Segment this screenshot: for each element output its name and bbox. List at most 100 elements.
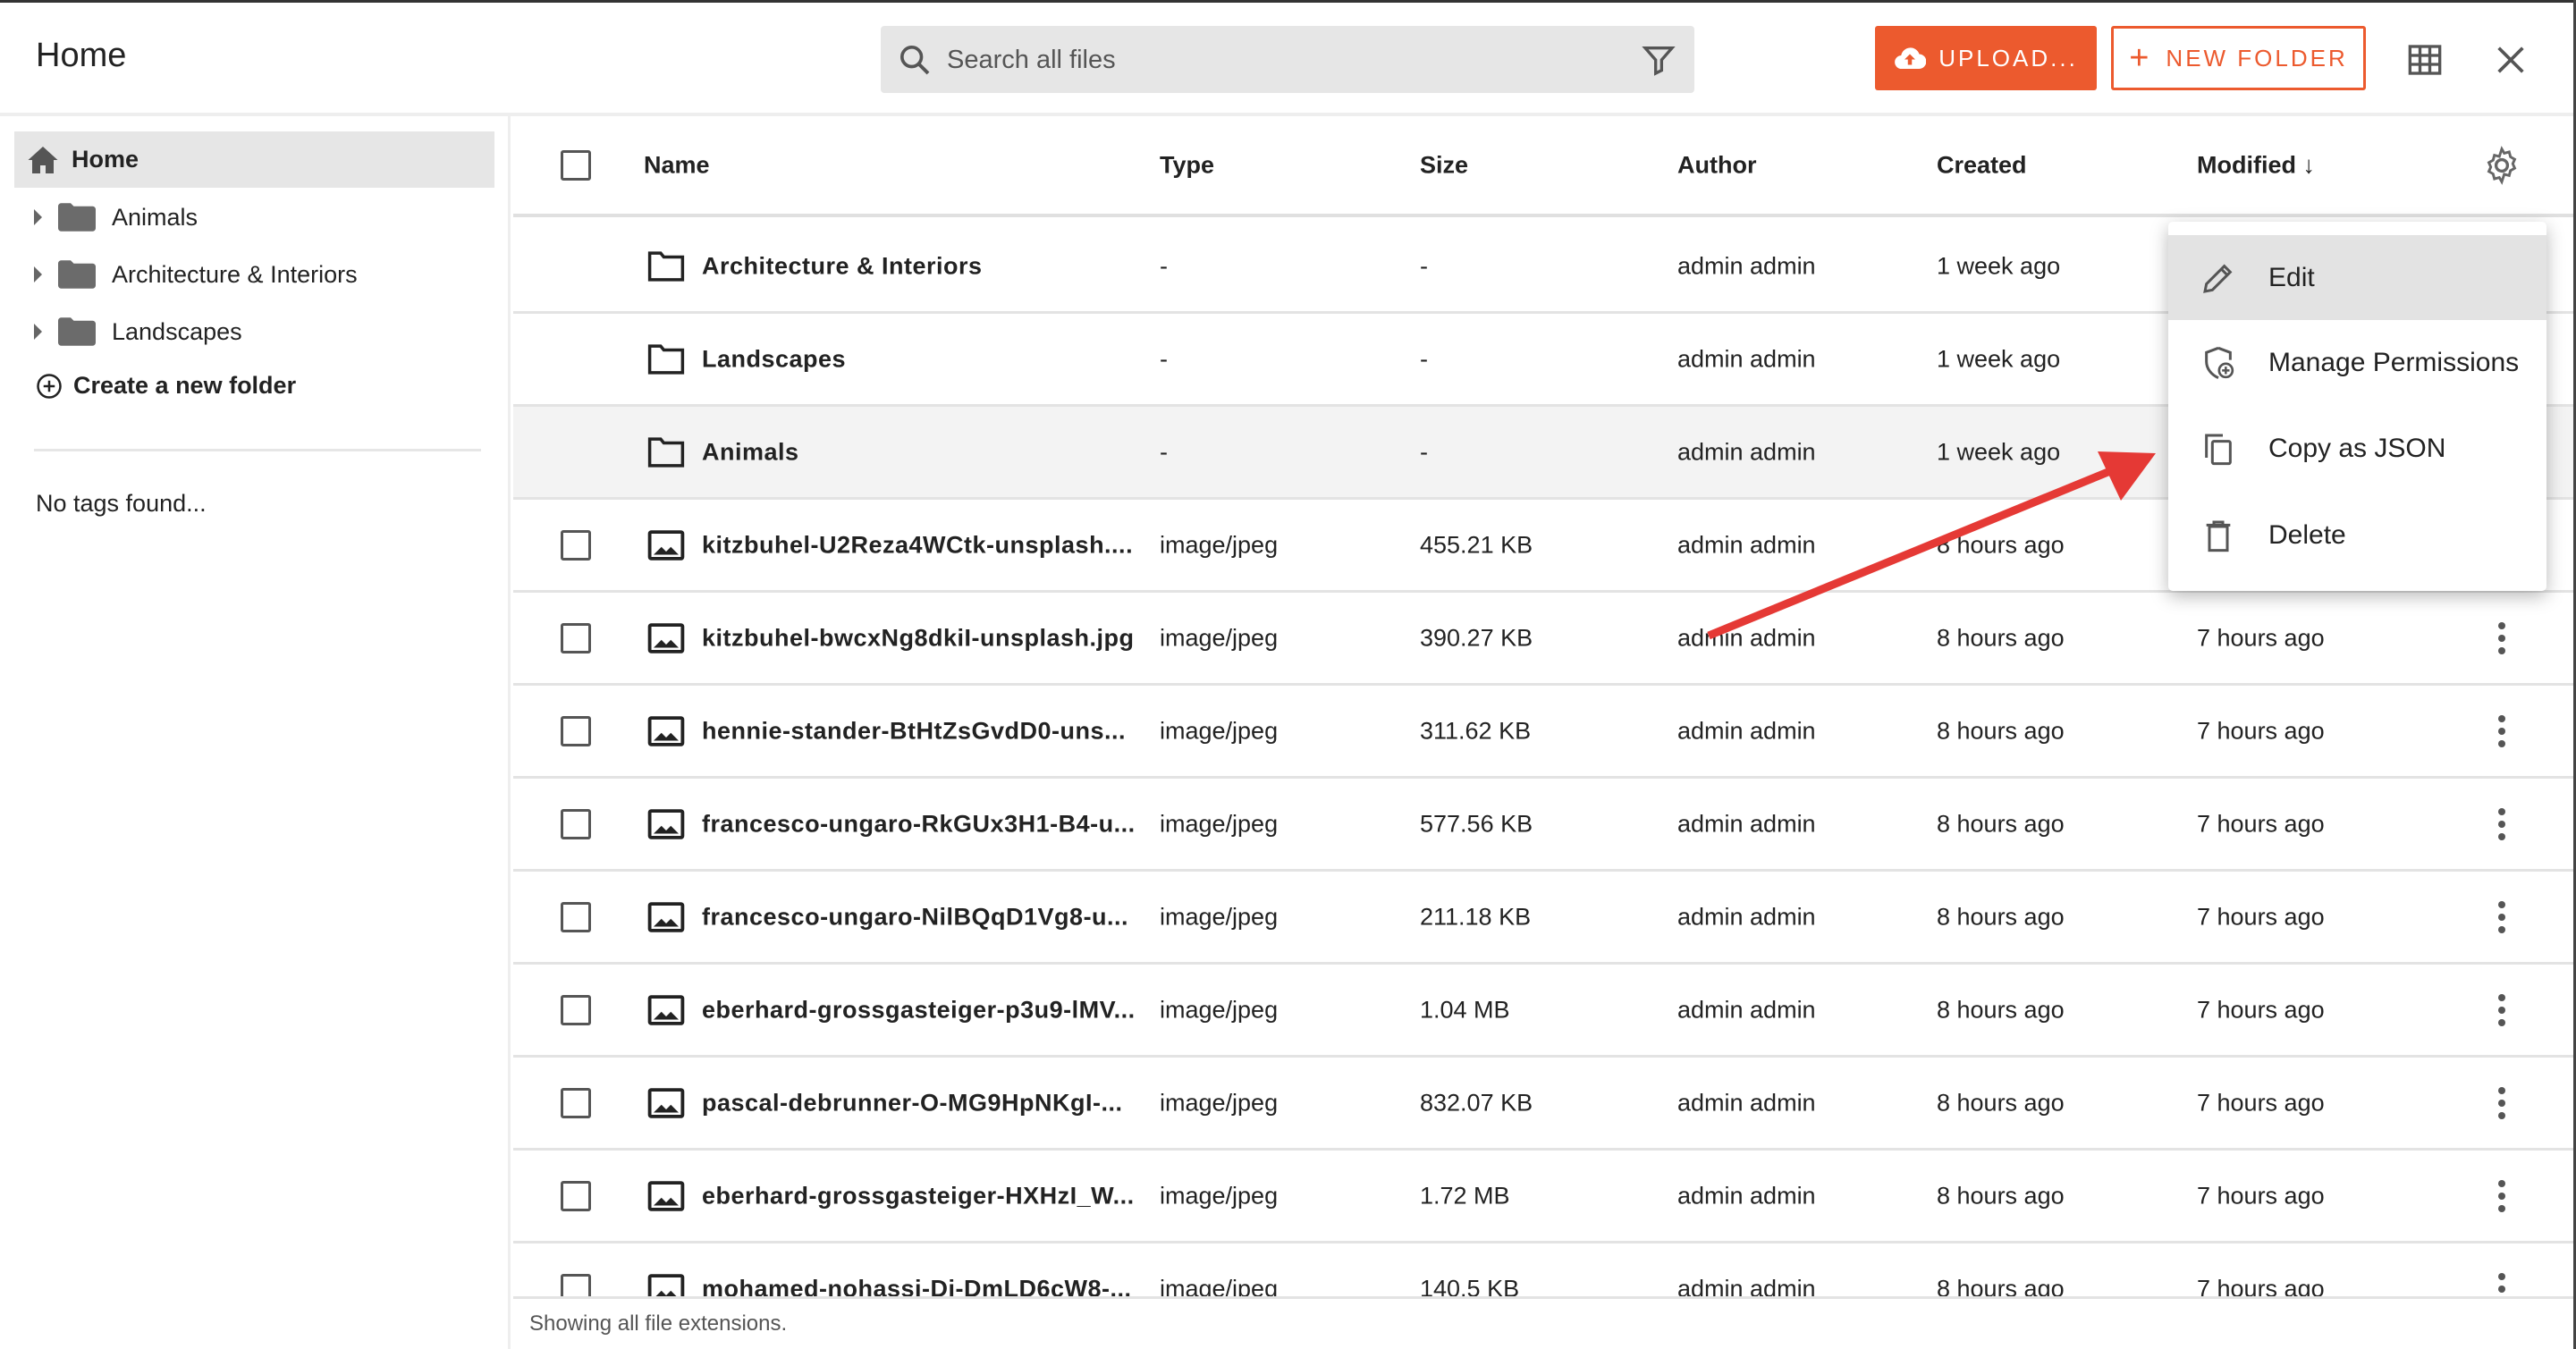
more-options-icon[interactable] [2496, 899, 2507, 935]
table-row[interactable]: hennie-stander-BtHtZsGvdD0-uns... image/j… [513, 686, 2576, 779]
file-name[interactable]: eberhard-grossgasteiger-HXHzI_W... [702, 1182, 1135, 1210]
grid-view-icon[interactable] [2407, 42, 2443, 78]
file-name[interactable]: francesco-ungaro-RkGUx3H1-B4-u... [702, 810, 1136, 838]
file-author: admin admin [1677, 903, 1816, 930]
context-menu: Edit Manage Permissions Copy as JSON Del… [2168, 222, 2546, 591]
file-created: 8 hours ago [1937, 1089, 2065, 1116]
row-checkbox[interactable] [561, 529, 591, 561]
file-type: image/jpeg [1160, 996, 1279, 1023]
file-name[interactable]: hennie-stander-BtHtZsGvdD0-uns... [702, 717, 1126, 745]
row-checkbox[interactable] [561, 994, 591, 1025]
file-author: admin admin [1677, 624, 1816, 651]
new-folder-button[interactable]: + NEW FOLDER [2111, 26, 2366, 90]
menu-item-copy-json[interactable]: Copy as JSON [2168, 406, 2546, 491]
sidebar-item-architecture[interactable]: Architecture & Interiors [34, 252, 358, 297]
file-modified: 7 hours ago [2197, 717, 2325, 744]
file-type: image/jpeg [1160, 717, 1279, 744]
folder-icon [58, 260, 96, 289]
table-row[interactable]: eberhard-grossgasteiger-HXHzI_W... image/… [513, 1151, 2576, 1244]
table-header: Name Type Size Author Created Modified ↓ [513, 116, 2576, 217]
sidebar-item-landscapes[interactable]: Landscapes [34, 309, 242, 354]
sidebar-item-animals[interactable]: Animals [34, 195, 198, 240]
file-name[interactable]: kitzbuhel-U2Reza4WCtk-unsplash.... [702, 531, 1133, 559]
select-all-checkbox[interactable] [561, 149, 591, 181]
plus-circle-icon [37, 373, 62, 399]
menu-item-edit[interactable]: Edit [2168, 235, 2546, 320]
file-name[interactable]: mohamed-nohassi-Di-DmLD6cW8-... [702, 1275, 1132, 1296]
file-name[interactable]: francesco-ungaro-NilBQqD1Vg8-u... [702, 903, 1128, 931]
expand-caret-icon[interactable] [34, 266, 42, 282]
sidebar-divider [34, 449, 481, 451]
table-row[interactable]: eberhard-grossgasteiger-p3u9-lMV... image… [513, 965, 2576, 1058]
status-text: Showing all file extensions. [529, 1311, 788, 1336]
file-name[interactable]: kitzbuhel-bwcxNg8dkiI-unsplash.jpg [702, 624, 1135, 652]
search-input[interactable]: Search all files [881, 26, 1694, 93]
file-created: 1 week ago [1937, 252, 2061, 279]
file-modified: 7 hours ago [2197, 1275, 2325, 1296]
more-options-icon[interactable] [2496, 992, 2507, 1028]
file-name[interactable]: Landscapes [702, 345, 846, 373]
menu-item-manage-permissions[interactable]: Manage Permissions [2168, 320, 2546, 405]
expand-caret-icon[interactable] [34, 324, 42, 340]
table-row[interactable]: mohamed-nohassi-Di-DmLD6cW8-... image/jpe… [513, 1244, 2576, 1296]
file-created: 1 week ago [1937, 345, 2061, 372]
column-size[interactable]: Size [1420, 151, 1468, 179]
row-checkbox[interactable] [561, 901, 591, 932]
more-options-icon[interactable] [2496, 713, 2507, 749]
more-options-icon[interactable] [2496, 620, 2507, 656]
sidebar: Home Animals Architecture & Interiors La… [0, 116, 511, 1349]
file-size: - [1420, 345, 1428, 372]
file-type: image/jpeg [1160, 810, 1279, 837]
folder-outline-icon [647, 250, 685, 282]
file-created: 8 hours ago [1937, 996, 2065, 1023]
image-file-icon [647, 529, 685, 561]
row-checkbox[interactable] [561, 808, 591, 839]
expand-caret-icon[interactable] [34, 209, 42, 225]
more-options-icon[interactable] [2496, 1271, 2507, 1297]
menu-item-delete[interactable]: Delete [2168, 493, 2546, 578]
file-size: 832.07 KB [1420, 1089, 1533, 1116]
column-type[interactable]: Type [1160, 151, 1214, 179]
file-name[interactable]: eberhard-grossgasteiger-p3u9-lMV... [702, 996, 1136, 1024]
row-checkbox[interactable] [561, 622, 591, 653]
column-name[interactable]: Name [644, 151, 710, 179]
file-name[interactable]: Architecture & Interiors [702, 252, 983, 280]
table-row[interactable]: francesco-ungaro-NilBQqD1Vg8-u... image/j… [513, 872, 2576, 965]
close-icon[interactable] [2493, 42, 2529, 78]
row-checkbox[interactable] [561, 1180, 591, 1211]
file-modified: 7 hours ago [2197, 1182, 2325, 1209]
column-author[interactable]: Author [1677, 151, 1756, 179]
file-size: 311.62 KB [1420, 717, 1532, 744]
file-modified: 7 hours ago [2197, 903, 2325, 930]
file-author: admin admin [1677, 531, 1816, 558]
file-type: image/jpeg [1160, 1089, 1279, 1116]
table-row[interactable]: kitzbuhel-bwcxNg8dkiI-unsplash.jpg image/… [513, 593, 2576, 686]
file-author: admin admin [1677, 1089, 1816, 1116]
file-name[interactable]: Animals [702, 438, 799, 466]
folder-outline-icon [647, 343, 685, 375]
column-created[interactable]: Created [1937, 151, 2027, 179]
file-type: - [1160, 345, 1168, 372]
row-checkbox[interactable] [561, 1273, 591, 1296]
home-icon [28, 146, 58, 173]
sidebar-item-home[interactable]: Home [14, 131, 494, 188]
file-created: 8 hours ago [1937, 531, 2065, 558]
table-row[interactable]: francesco-ungaro-RkGUx3H1-B4-u... image/j… [513, 779, 2576, 872]
more-options-icon[interactable] [2496, 806, 2507, 842]
folder-icon [58, 203, 96, 232]
file-size: 140.5 KB [1420, 1275, 1520, 1296]
file-name[interactable]: pascal-debrunner-O-MG9HpNKgI-... [702, 1089, 1123, 1117]
file-created: 1 week ago [1937, 438, 2061, 465]
column-modified[interactable]: Modified ↓ [2197, 151, 2315, 179]
file-author: admin admin [1677, 717, 1816, 744]
filter-icon[interactable] [1641, 42, 1677, 78]
create-folder-link[interactable]: Create a new folder [36, 372, 296, 400]
file-created: 8 hours ago [1937, 624, 2065, 651]
more-options-icon[interactable] [2496, 1178, 2507, 1214]
gear-icon[interactable] [2482, 145, 2521, 185]
more-options-icon[interactable] [2496, 1085, 2507, 1121]
table-row[interactable]: pascal-debrunner-O-MG9HpNKgI-... image/jp… [513, 1058, 2576, 1151]
upload-button[interactable]: UPLOAD... [1875, 26, 2097, 90]
row-checkbox[interactable] [561, 1087, 591, 1118]
row-checkbox[interactable] [561, 715, 591, 746]
